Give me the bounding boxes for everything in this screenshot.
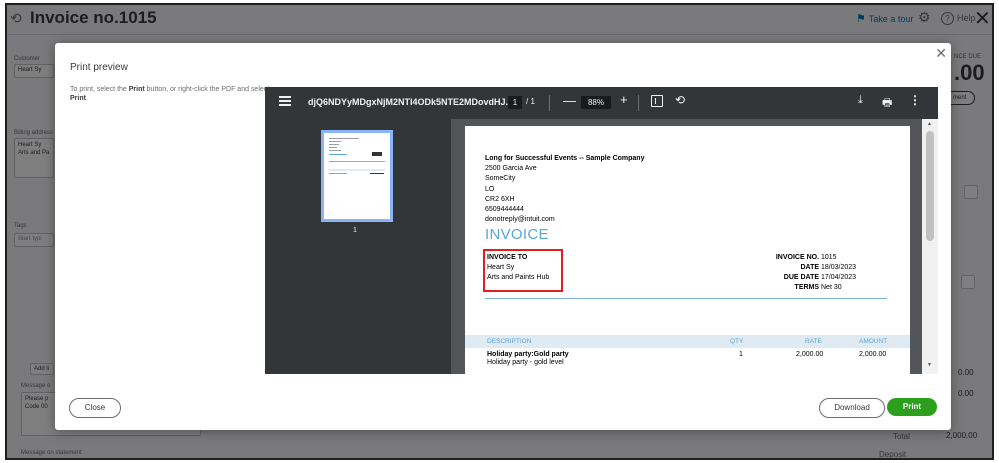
download-button[interactable]: Download (819, 398, 885, 418)
zoom-in-icon[interactable]: + (620, 92, 628, 107)
due-date-label: DUE DATE (783, 274, 820, 281)
zoom-out-icon[interactable]: — (563, 93, 576, 108)
menu-icon[interactable] (279, 96, 291, 108)
thumb-line (329, 141, 341, 142)
thumb-line (329, 173, 347, 174)
thumb-block (372, 152, 382, 156)
terms-value: Net 30 (821, 284, 842, 291)
page-thumbnail[interactable] (321, 130, 393, 222)
invoice-no-label: INVOICE NO. (775, 254, 820, 261)
invoice-heading: INVOICE (485, 226, 549, 243)
scrollbar-thumb[interactable] (926, 131, 934, 241)
thumb-line (370, 173, 384, 174)
thumb-line (329, 154, 347, 155)
instruction-text-1: To print, select the (70, 86, 129, 93)
thumb-line (329, 144, 339, 145)
close-dialog-icon[interactable]: ✕ (935, 45, 947, 62)
company-address-4: CR2 6XH (485, 195, 515, 203)
invoice-no-value: 1015 (821, 254, 837, 261)
print-button[interactable]: Print (887, 398, 937, 416)
thumb-line (329, 161, 385, 162)
col-rate: RATE (805, 338, 822, 345)
invoice-to-company: Arts and Paints Hub (487, 274, 550, 281)
invoice-screen: ⟲ Invoice no.1015 ⚑Take a tour ⚙ ?Help ✕… (6, 4, 993, 459)
fit-to-page-icon[interactable] (651, 95, 663, 107)
line-item-qty: 1 (739, 351, 743, 358)
invoice-to-label: INVOICE TO (487, 254, 528, 261)
thumbnail-sidebar: 1 (265, 119, 451, 374)
instruction-text-2: button, or right-click the PDF and selec… (144, 86, 270, 93)
company-phone: 6509444444 (485, 206, 524, 214)
company-block: Long for Successful Events -- Sample Com… (485, 154, 644, 225)
close-button[interactable]: Close (69, 398, 121, 418)
line-item-amount: 2,000.00 (859, 351, 887, 358)
instruction-print-1: Print (128, 86, 145, 93)
col-amount: AMOUNT (859, 338, 888, 345)
page-count: / 1 (526, 97, 535, 106)
thumb-line (329, 147, 337, 148)
thumbnail-number: 1 (353, 227, 357, 234)
col-qty: QTY (730, 338, 744, 345)
company-name: Long for Successful Events -- Sample Com… (485, 155, 645, 162)
print-preview-dialog: ✕ Print preview To print, select the Pri… (55, 43, 951, 430)
print-icon[interactable]: 🖶 (882, 94, 892, 113)
invoice-to-name: Heart Sy (487, 264, 515, 271)
header-rule (485, 298, 887, 299)
thumb-line (329, 169, 385, 171)
line-item-title: Holiday party:Gold party (487, 351, 569, 358)
company-address-3: LO (485, 185, 495, 193)
line-item-rate: 2,000.00 (796, 351, 824, 358)
page-number-input[interactable]: 1 (508, 96, 522, 109)
terms-label: TERMS (794, 284, 820, 291)
invoice-to-highlight: INVOICE TO Heart Sy Arts and Paints Hub (483, 249, 563, 292)
scroll-up-icon[interactable]: ▲ (927, 121, 932, 127)
col-description: DESCRIPTION (487, 338, 532, 345)
company-email: donotreply@intuit.com (485, 216, 555, 224)
toolbar-divider (549, 95, 550, 111)
toolbar-divider (638, 95, 639, 111)
instruction-print-2: Print (70, 95, 86, 102)
pdf-page: Long for Successful Events -- Sample Com… (465, 126, 910, 374)
download-icon[interactable]: ⤓ (858, 94, 863, 107)
invoice-meta: INVOICE NO. 1015 DATE 18/03/2023 DUE DAT… (775, 253, 857, 293)
date-label: DATE (800, 264, 820, 271)
pdf-toolbar: djQ6NDYyMDgxNjM2NTI4ODk5NTE2MDovdHJ... 1… (265, 87, 938, 119)
thumb-line (329, 150, 341, 151)
company-address-2: SomeCity (485, 175, 516, 183)
zoom-level-input[interactable]: 88% (581, 96, 611, 109)
instruction-text-3: . (85, 95, 88, 102)
date-value: 18/03/2023 (821, 264, 857, 271)
line-items-header: DESCRIPTION QTY RATE AMOUNT (465, 335, 910, 348)
line-item-row: Holiday party:Gold party Holiday party -… (487, 351, 569, 367)
print-instructions: To print, select the Print button, or ri… (70, 85, 270, 103)
pdf-scrollbar[interactable]: ▲ ▼ (922, 119, 938, 374)
thumb-line (329, 138, 359, 139)
scroll-down-icon[interactable]: ▼ (927, 362, 932, 368)
dialog-title: Print preview (70, 62, 128, 73)
pdf-viewer: djQ6NDYyMDgxNjM2NTI4ODk5NTE2MDovdHJ... 1… (265, 87, 938, 374)
pdf-file-name: djQ6NDYyMDgxNjM2NTI4ODk5NTE2MDovdHJ... (308, 97, 514, 107)
company-address-1: 2500 Garcia Ave (485, 165, 537, 173)
due-date-value: 17/04/2023 (821, 274, 857, 281)
rotate-icon[interactable]: ⟲ (675, 93, 685, 107)
more-options-icon[interactable]: ⋮ (909, 93, 921, 107)
line-item-description: Holiday party - gold level (487, 359, 564, 366)
